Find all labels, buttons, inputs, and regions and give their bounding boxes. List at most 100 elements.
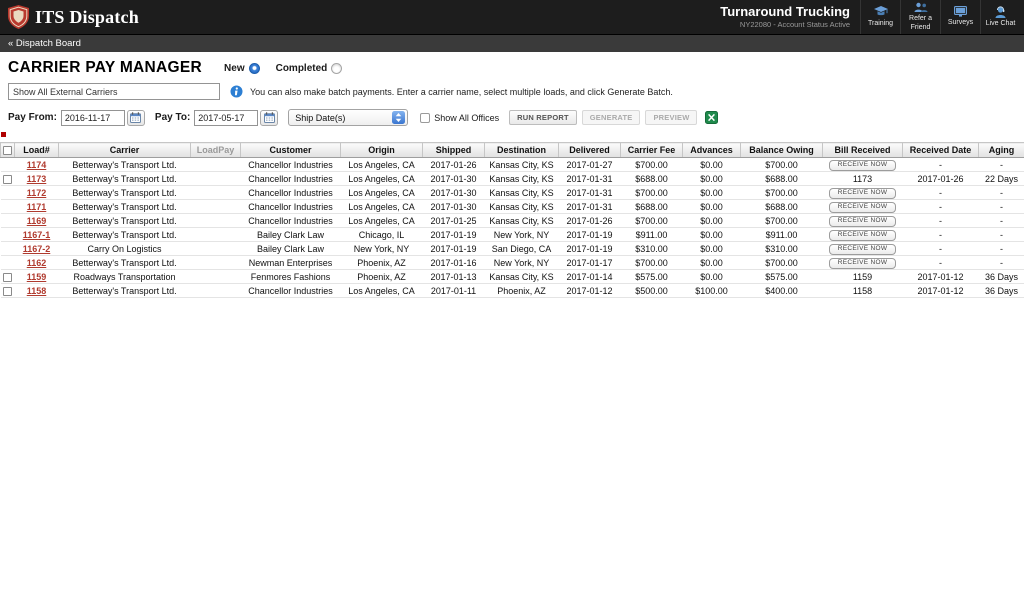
cell-loadpay [190, 199, 241, 214]
excel-export-button[interactable] [705, 111, 719, 124]
dispatch-board-link[interactable]: « Dispatch Board [8, 38, 81, 49]
cell-select[interactable] [0, 269, 15, 284]
generate-button[interactable]: GENERATE [581, 110, 641, 125]
top-nav: Training Refer a Friend Surveys Live Cha… [860, 0, 1020, 34]
table-body: 1174 Betterway's Transport Ltd. Chancellor… [0, 157, 1024, 298]
receive-now-button[interactable]: RECEIVE NOW [828, 201, 897, 213]
cell-origin: Los Angeles, CA [340, 283, 423, 298]
cell-load: 1167-1 [14, 227, 59, 242]
load-link[interactable]: 1159 [27, 272, 47, 282]
col-header-origin: Origin [340, 142, 423, 158]
pay-from-input[interactable] [60, 109, 125, 126]
pay-from-calendar-icon[interactable] [126, 109, 145, 126]
row-checkbox[interactable] [3, 174, 12, 184]
nav-surveys[interactable]: Surveys [940, 0, 980, 34]
run-report-button[interactable]: RUN REPORT [509, 110, 577, 125]
load-link[interactable]: 1162 [27, 258, 47, 268]
monitor-icon [954, 6, 967, 18]
cell-load: 1158 [14, 283, 59, 298]
cell-select[interactable] [0, 283, 15, 298]
cell-received-date: - [902, 199, 979, 214]
cell-shipped: 2017-01-16 [422, 255, 485, 270]
cell-balance-owing: $700.00 [740, 185, 823, 200]
load-link[interactable]: 1167-1 [23, 230, 51, 240]
cell-delivered: 2017-01-14 [558, 269, 621, 284]
nav-training[interactable]: Training [860, 0, 900, 34]
receive-now-button[interactable]: RECEIVE NOW [828, 243, 897, 255]
cell-advances: $0.00 [682, 199, 741, 214]
date-type-select[interactable]: Ship Date(s) [288, 109, 409, 126]
receive-now-button[interactable]: RECEIVE NOW [828, 257, 897, 269]
table-row: 1169 Betterway's Transport Ltd. Chancellor… [0, 213, 1024, 228]
select-all-checkbox[interactable] [3, 146, 12, 156]
cell-received-date: - [902, 255, 979, 270]
col-header-carrier: Carrier [58, 142, 191, 158]
carrier-search-input[interactable] [8, 83, 220, 100]
cell-origin: Los Angeles, CA [340, 185, 423, 200]
cell-aging: - [978, 185, 1024, 200]
cell-balance-owing: $310.00 [740, 241, 823, 256]
cell-loadpay [190, 227, 241, 242]
cell-carrier-fee: $310.00 [620, 241, 683, 256]
cell-carrier-fee: $700.00 [620, 255, 683, 270]
cell-advances: $0.00 [682, 255, 741, 270]
cell-aging: - [978, 199, 1024, 214]
cell-customer: Bailey Clark Law [240, 241, 341, 256]
preview-button[interactable]: PREVIEW [645, 110, 698, 125]
cell-shipped: 2017-01-25 [422, 213, 485, 228]
cell-select[interactable] [0, 171, 15, 186]
table-row: 1174 Betterway's Transport Ltd. Chancellor… [0, 157, 1024, 172]
row-checkbox[interactable] [3, 286, 12, 296]
cell-delivered: 2017-01-31 [558, 171, 621, 186]
nav-refer-a-friend[interactable]: Refer a Friend [900, 0, 940, 34]
status-filter: New Completed [224, 62, 358, 74]
cell-bill-received: RECEIVE NOW [822, 241, 903, 256]
cell-delivered: 2017-01-27 [558, 157, 621, 172]
brand-name: ITS Dispatch [35, 6, 139, 27]
cell-customer: Fenmores Fashions [240, 269, 341, 284]
cell-aging: - [978, 157, 1024, 172]
cell-carrier: Betterway's Transport Ltd. [58, 185, 191, 200]
cell-destination: New York, NY [484, 227, 559, 242]
receive-now-button[interactable]: RECEIVE NOW [828, 159, 897, 171]
load-link[interactable]: 1171 [27, 202, 47, 212]
load-link[interactable]: 1167-2 [23, 244, 51, 254]
row-checkbox[interactable] [3, 272, 12, 282]
load-link[interactable]: 1169 [27, 216, 47, 226]
cell-carrier-fee: $575.00 [620, 269, 683, 284]
cell-loadpay [190, 171, 241, 186]
cell-bill-received: RECEIVE NOW [822, 255, 903, 270]
brand-shield-icon [8, 5, 29, 29]
radio-new[interactable] [248, 62, 260, 74]
cell-carrier: Betterway's Transport Ltd. [58, 255, 191, 270]
cell-aging: - [978, 213, 1024, 228]
col-header-advances: Advances [682, 142, 741, 158]
cell-select [0, 157, 15, 172]
load-link[interactable]: 1172 [27, 188, 47, 198]
pay-to-input[interactable] [194, 109, 259, 126]
table-row: 1167-1 Betterway's Transport Ltd. Bailey C… [0, 227, 1024, 242]
receive-now-button[interactable]: RECEIVE NOW [828, 229, 897, 241]
cell-customer: Chancellor Industries [240, 213, 341, 228]
select-all-header[interactable] [0, 142, 15, 158]
cell-aging: - [978, 241, 1024, 256]
cell-delivered: 2017-01-26 [558, 213, 621, 228]
nav-live-chat[interactable]: Live Chat [980, 0, 1020, 34]
radio-completed[interactable] [331, 62, 343, 74]
receive-now-button[interactable]: RECEIVE NOW [828, 187, 897, 199]
receive-now-button[interactable]: RECEIVE NOW [828, 215, 897, 227]
cell-destination: Phoenix, AZ [484, 283, 559, 298]
cell-shipped: 2017-01-30 [422, 171, 485, 186]
col-header-shipped: Shipped [422, 142, 485, 158]
load-link[interactable]: 1174 [27, 160, 47, 170]
cell-carrier-fee: $700.00 [620, 213, 683, 228]
cell-select [0, 227, 15, 242]
pay-to-calendar-icon[interactable] [260, 109, 279, 126]
load-link[interactable]: 1158 [27, 286, 47, 296]
cell-shipped: 2017-01-30 [422, 199, 485, 214]
cell-origin: New York, NY [340, 241, 423, 256]
company-block: Turnaround Trucking NY22080 - Account St… [720, 0, 850, 34]
cell-carrier: Carry On Logistics [58, 241, 191, 256]
load-link[interactable]: 1173 [27, 174, 47, 184]
show-all-offices-checkbox[interactable] [420, 112, 431, 123]
